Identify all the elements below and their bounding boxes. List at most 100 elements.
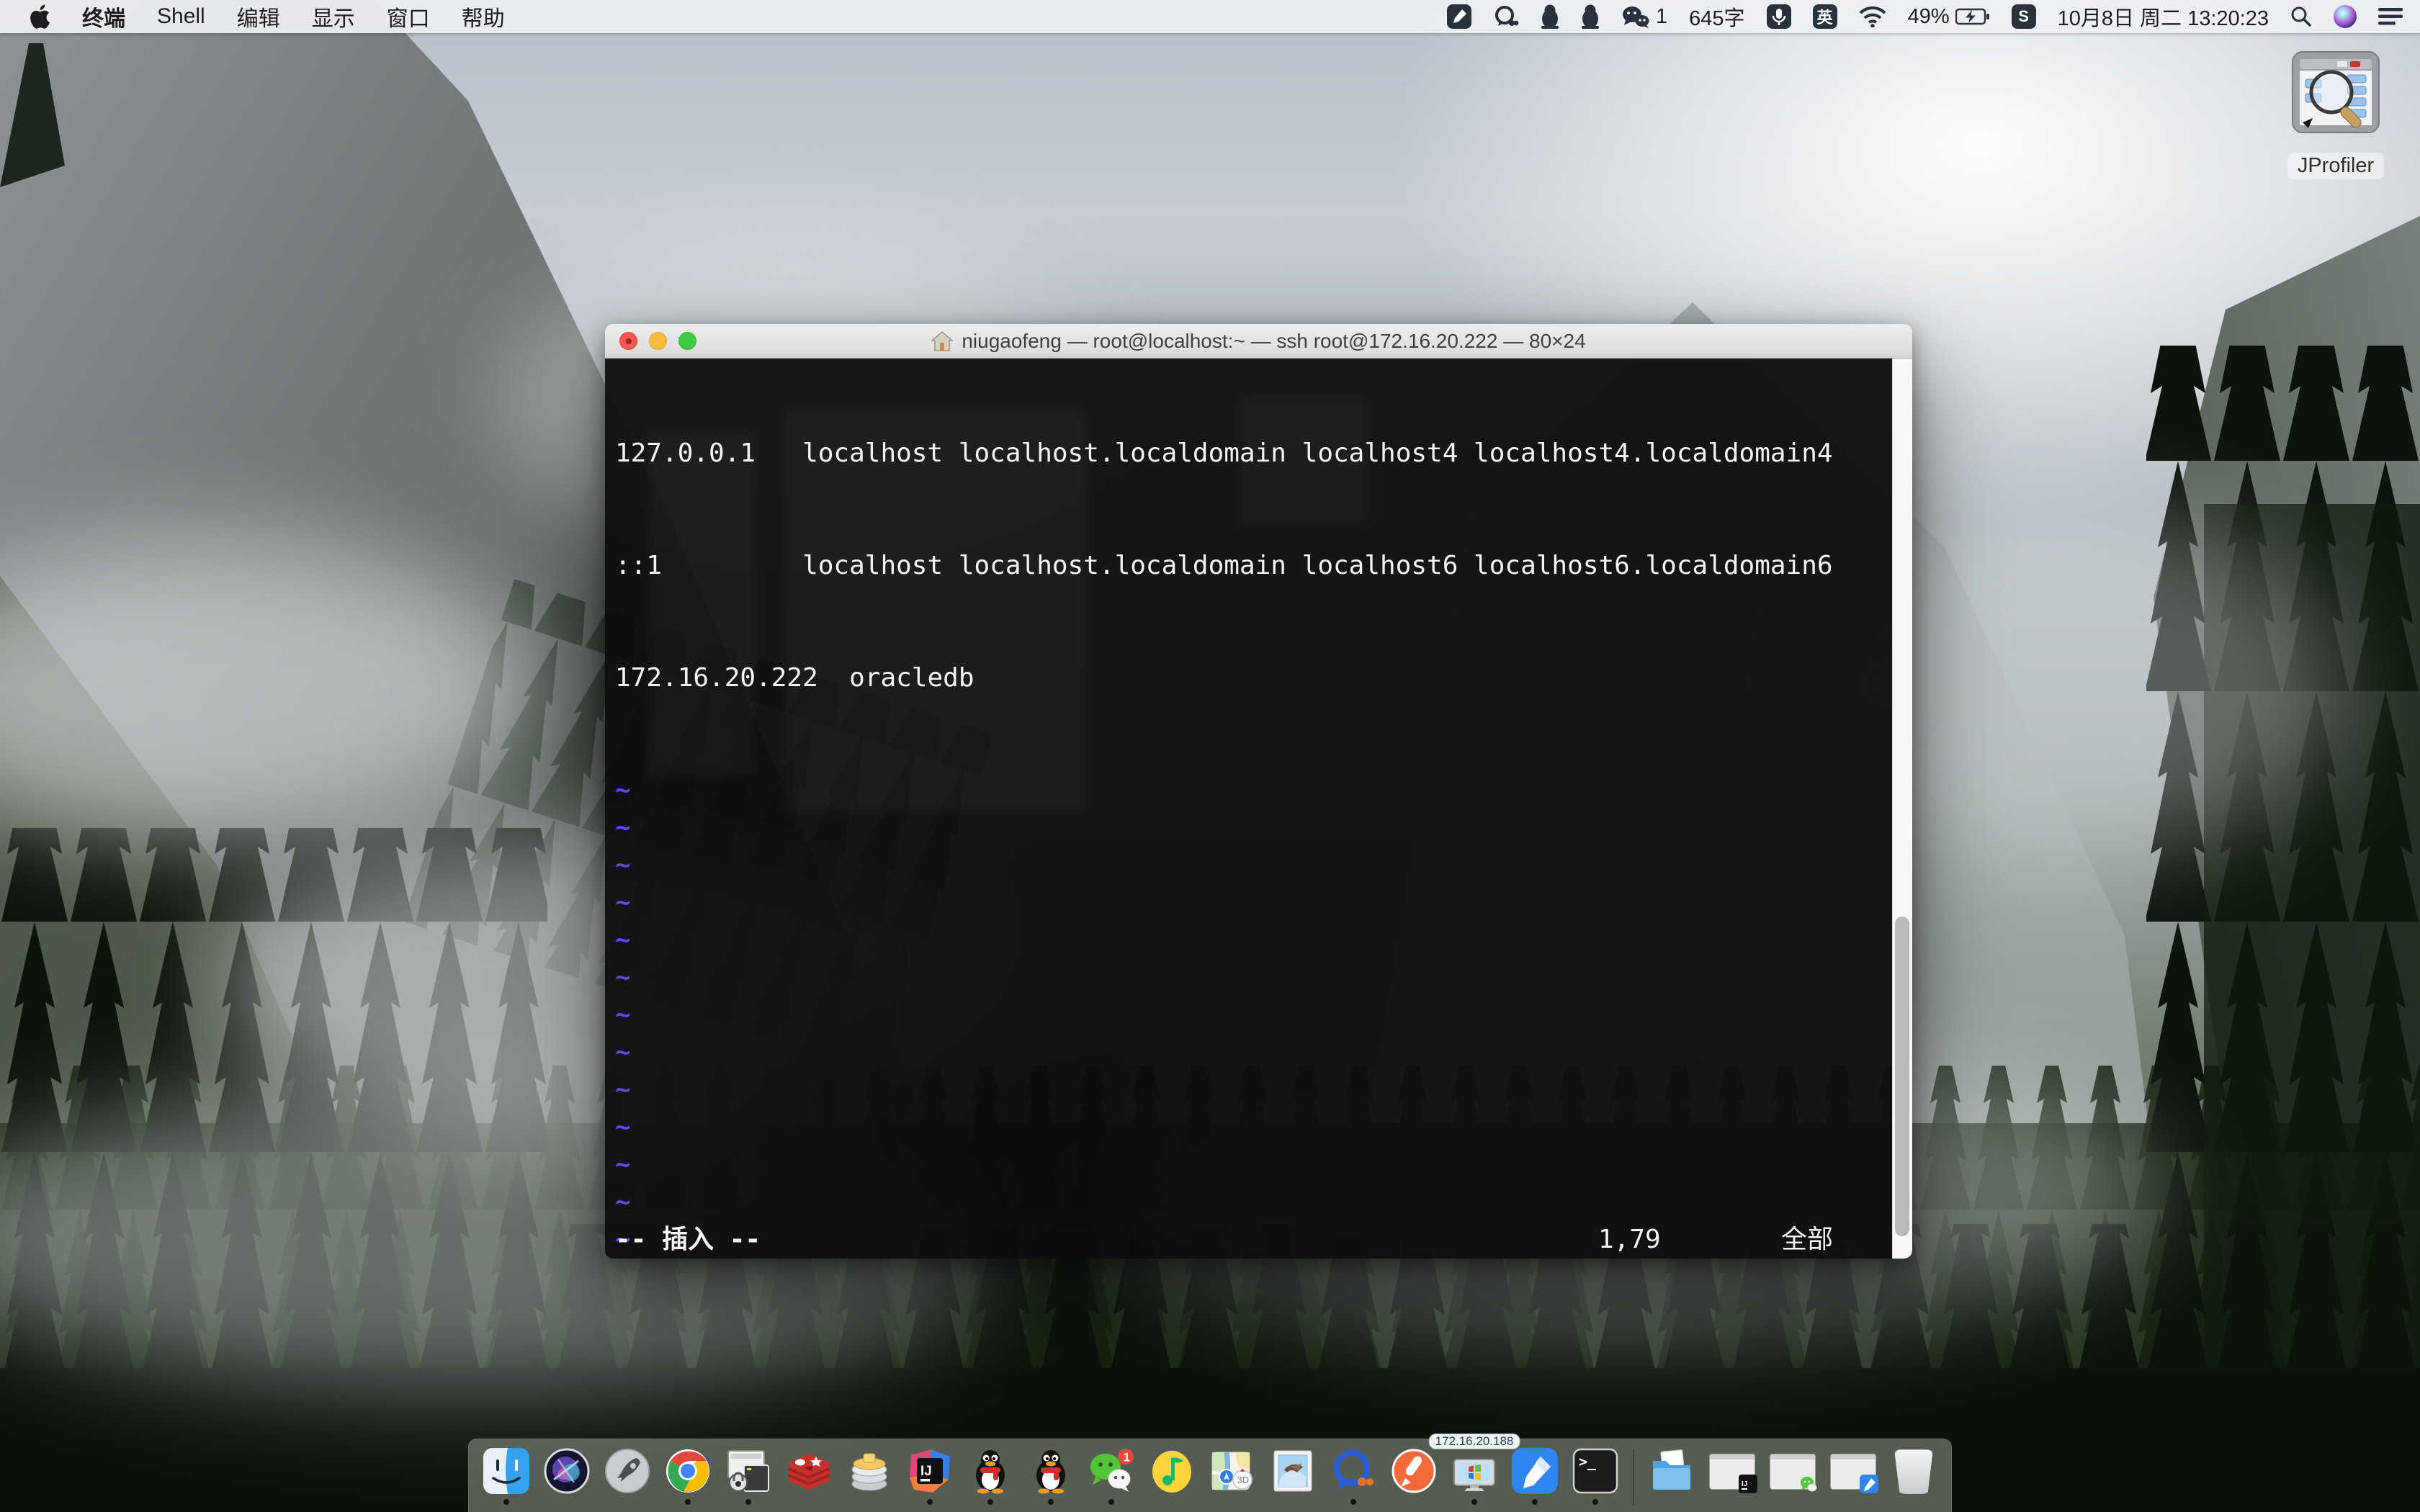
- dock-documents-folder-icon[interactable]: [1649, 1448, 1695, 1494]
- home-proxy-icon: [931, 330, 953, 352]
- sync-app-icon[interactable]: S: [2012, 4, 2036, 29]
- spotlight-search-icon[interactable]: [2290, 6, 2312, 27]
- menu-bar: 终端 Shell 编辑 显示 窗口 帮助 1 645字 英: [0, 0, 2420, 33]
- jprofiler-icon: [2287, 48, 2385, 145]
- maps-3d-label: 3D: [1237, 1475, 1250, 1485]
- trash-cup: [1894, 1449, 1933, 1494]
- jprofiler-desktop-icon[interactable]: JProfiler: [2275, 48, 2397, 179]
- jprofiler-label: JProfiler: [2287, 153, 2384, 179]
- vim-tilde-row: ~: [615, 1184, 1882, 1221]
- running-indicator: [1048, 1499, 1054, 1505]
- running-indicator: [1108, 1499, 1114, 1505]
- terminal-text: 127.0.0.1 localhost localhost.localdomai…: [615, 360, 1882, 1259]
- siri-menu-icon[interactable]: [2334, 5, 2357, 28]
- dock-mail-icon[interactable]: [1270, 1448, 1316, 1494]
- dock-finder-icon[interactable]: [483, 1448, 529, 1494]
- menu-help[interactable]: 帮助: [462, 1, 505, 32]
- dock-qq-icon[interactable]: [967, 1448, 1013, 1494]
- vim-tilde-row: ~: [615, 1034, 1882, 1071]
- hosts-line: 172.16.20.222 oracledb: [615, 660, 1882, 697]
- dock-remote-desktop-icon[interactable]: 172.16.20.188: [1451, 1448, 1497, 1494]
- hosts-line: 127.0.0.1 localhost localhost.localdomai…: [615, 435, 1882, 472]
- dock-database-app-icon[interactable]: [846, 1448, 892, 1494]
- menu-edit[interactable]: 编辑: [237, 1, 280, 32]
- running-indicator: [1350, 1499, 1356, 1505]
- dock-launchpad-icon[interactable]: [604, 1448, 650, 1494]
- notification-center-icon[interactable]: [2378, 7, 2403, 26]
- dock-wechat-icon[interactable]: 1: [1088, 1448, 1134, 1494]
- wechat-unread-count: 1: [1656, 5, 1667, 29]
- dock-window-preview-wechat[interactable]: [1770, 1448, 1816, 1494]
- note-app-menu-icon[interactable]: [1447, 4, 1471, 29]
- qq-menu-icon-2[interactable]: [1581, 4, 1600, 29]
- vim-tilde-row: ~: [615, 1109, 1882, 1146]
- vim-scroll-indicator: 全部: [1781, 1221, 1833, 1259]
- dock-window-preview-notes[interactable]: [1830, 1448, 1876, 1494]
- microphone-menu-icon[interactable]: [1767, 4, 1791, 29]
- vim-tilde-row: ~: [615, 884, 1882, 922]
- terminal-titlebar[interactable]: niugaofeng — root@localhost:~ — ssh root…: [605, 324, 1912, 359]
- running-indicator: [1532, 1499, 1538, 1505]
- apple-menu-icon[interactable]: [29, 4, 50, 29]
- terminal-content[interactable]: 127.0.0.1 localhost localhost.localdomai…: [605, 359, 1912, 1259]
- wifi-icon[interactable]: [1859, 6, 1886, 27]
- running-indicator: [685, 1499, 691, 1505]
- running-indicator: [1471, 1499, 1477, 1505]
- vim-tilde-row: ~: [615, 1146, 1882, 1184]
- dock: IJ 1 3D 172.16.20.188 >_: [468, 1439, 1952, 1512]
- dock-orange-pen-app-icon[interactable]: [1391, 1448, 1437, 1494]
- battery-charging-icon[interactable]: [1955, 8, 1990, 25]
- intellij-letters: IJ: [920, 1464, 932, 1479]
- menu-shell[interactable]: Shell: [157, 4, 205, 29]
- wechat-menu-icon[interactable]: 1: [1621, 4, 1667, 29]
- qq-menu-icon[interactable]: [1541, 4, 1559, 29]
- dock-qq-icon-2[interactable]: [1028, 1448, 1074, 1494]
- menu-datetime[interactable]: 10月8日 周二 13:20:23: [2058, 1, 2269, 32]
- dock-divider: [1633, 1449, 1634, 1506]
- dock-window-preview-intellij[interactable]: IJ: [1709, 1448, 1755, 1494]
- vim-tilde-row: ~: [615, 959, 1882, 996]
- input-method-icon[interactable]: 英: [1813, 4, 1837, 29]
- vim-tilde-row: ~: [615, 1071, 1882, 1109]
- vim-mode-indicator: -- 插入 --: [615, 1221, 761, 1259]
- dock-securecrt-icon[interactable]: [725, 1448, 771, 1494]
- svg-text:IJ: IJ: [1742, 1480, 1747, 1488]
- terminal-scrollbar-thumb[interactable]: [1895, 917, 1909, 1236]
- terminal-scrollbar-track[interactable]: [1892, 359, 1912, 1259]
- vim-tilde-row: ~: [615, 809, 1882, 847]
- dock-maps-icon[interactable]: 3D: [1209, 1448, 1255, 1494]
- dock-chat-ring-app-icon[interactable]: [1330, 1448, 1376, 1494]
- rdp-connection-label: 172.16.20.188: [1429, 1434, 1520, 1449]
- vim-tilde-row: ~: [615, 772, 1882, 809]
- vim-status-line: -- 插入 -- 1,79 全部: [615, 1221, 1882, 1259]
- running-indicator: [503, 1499, 509, 1505]
- dock-intellij-icon[interactable]: IJ: [907, 1448, 953, 1494]
- running-indicator: [745, 1499, 751, 1505]
- menu-view[interactable]: 显示: [312, 1, 355, 32]
- terminal-window[interactable]: niugaofeng — root@localhost:~ — ssh root…: [605, 324, 1912, 1259]
- vim-cursor-position: 1,79: [1598, 1221, 1661, 1259]
- dock-qq-music-icon[interactable]: [1149, 1448, 1195, 1494]
- running-indicator: [927, 1499, 933, 1505]
- tilde-lines: ~~~~~~~~~~~~~~~~~~~~: [615, 772, 1882, 1259]
- window-title: niugaofeng — root@localhost:~ — ssh root…: [962, 330, 1585, 353]
- dock-trash-icon[interactable]: [1891, 1448, 1937, 1494]
- vim-tilde-row: ~: [615, 922, 1882, 959]
- chat-ring-menu-icon[interactable]: [1493, 4, 1519, 29]
- menu-window[interactable]: 窗口: [387, 1, 430, 32]
- battery-percent: 49%: [1908, 5, 1950, 29]
- dock-siri-icon[interactable]: [544, 1448, 590, 1494]
- running-indicator: [987, 1499, 993, 1505]
- vim-tilde-row: ~: [615, 996, 1882, 1034]
- hosts-line: ::1 localhost localhost.localdomain loca…: [615, 547, 1882, 585]
- running-indicator: [1592, 1499, 1598, 1505]
- vim-tilde-row: ~: [615, 847, 1882, 884]
- terminal-prompt-glyph: >_: [1579, 1453, 1597, 1470]
- dock-blue-notes-icon[interactable]: [1512, 1448, 1558, 1494]
- dock-chrome-icon[interactable]: [665, 1448, 711, 1494]
- wechat-badge-count: 1: [1124, 1451, 1130, 1464]
- word-count-status[interactable]: 645字: [1689, 1, 1744, 32]
- dock-redis-icon[interactable]: [786, 1448, 832, 1494]
- dock-terminal-icon[interactable]: >_: [1572, 1448, 1618, 1494]
- menu-terminal[interactable]: 终端: [82, 1, 125, 32]
